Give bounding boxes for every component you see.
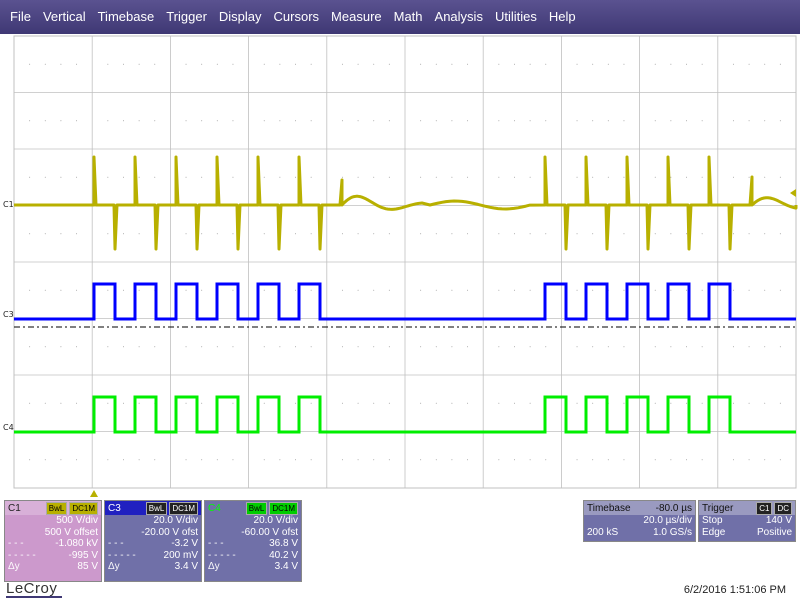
graticule xyxy=(13,35,797,489)
c1-row-value: 85 V xyxy=(77,561,98,573)
trigger-level: 140 V xyxy=(765,515,792,527)
menu-math[interactable]: Math xyxy=(388,0,429,34)
c4-trace-label: C4 xyxy=(3,423,14,432)
menu-measure[interactable]: Measure xyxy=(325,0,388,34)
c4-coupling-flag: DC1M xyxy=(269,501,298,515)
menu-help[interactable]: Help xyxy=(543,0,582,34)
c4-row: - - - - - 40.2 V xyxy=(205,550,301,562)
c1-bwl-flag: BwL xyxy=(45,501,68,515)
lecroy-logo: LeCroy xyxy=(6,580,62,598)
channel-c4-descriptor[interactable]: C4 BwL DC1M 20.0 V/div -60.00 V ofst - - -… xyxy=(204,500,302,582)
menu-bar: File Vertical Timebase Trigger Display Cursor… xyxy=(0,0,800,34)
c1-row: Δy 85 V xyxy=(5,561,101,573)
date-time: 6/2/2016 1:51:06 PM xyxy=(683,584,786,596)
c1-row-value: 500 V/div xyxy=(56,515,98,527)
timebase-descriptor[interactable]: Timebase -80.0 µs 20.0 µs/div 200 kS 1.0… xyxy=(583,500,696,542)
c3-row: 20.0 V/div xyxy=(105,515,201,527)
c4-row-value: 20.0 V/div xyxy=(253,515,298,527)
c3-row-value: 20.0 V/div xyxy=(153,515,198,527)
menu-analysis[interactable]: Analysis xyxy=(429,0,489,34)
c3-row-label: Δy xyxy=(108,561,120,573)
c3-coupling-flag: DC1M xyxy=(169,501,198,515)
c3-trace-label: C3 xyxy=(3,310,14,319)
c3-row: -20.00 V ofst xyxy=(105,527,201,539)
c4-name: C4 xyxy=(208,502,221,514)
trigger-label: Trigger xyxy=(702,502,734,514)
menu-file[interactable]: File xyxy=(4,0,37,34)
traces: C1 C3 C4 xyxy=(3,155,798,434)
c4-row-value: 36.8 V xyxy=(269,538,298,550)
c1-row-label: - - - - - xyxy=(8,549,36,561)
c3-row: - - - - - 200 mV xyxy=(105,550,201,562)
c1-row-label: - - - xyxy=(8,538,24,550)
channel-c1-descriptor[interactable]: C1 BwL DC1M 500 V/div 500 V offset - - - -1… xyxy=(4,500,102,582)
timebase-label: Timebase xyxy=(587,502,631,514)
c4-row-label: Δy xyxy=(208,561,220,573)
c3-row-value: -3.2 V xyxy=(171,538,198,550)
c3-row-label: - - - xyxy=(108,538,124,550)
channel-c3-descriptor[interactable]: C3 BwL DC1M 20.0 V/div -20.00 V ofst - - -… xyxy=(104,500,202,582)
trigger-coupling-flag: DC xyxy=(774,501,792,515)
trigger-source-flag: C1 xyxy=(756,501,773,515)
c1-coupling-flag: DC1M xyxy=(69,501,98,515)
c4-row-value: -60.00 V ofst xyxy=(241,526,298,538)
c3-rows: 20.0 V/div -20.00 V ofst - - - -3.2 V- - - … xyxy=(105,515,201,573)
c3-row-label: - - - - - xyxy=(108,549,136,561)
c1-row-label: Δy xyxy=(8,561,20,573)
menu-display[interactable]: Display xyxy=(213,0,268,34)
menu-utilities[interactable]: Utilities xyxy=(489,0,543,34)
menu-timebase[interactable]: Timebase xyxy=(92,0,161,34)
c3-row-value: 3.4 V xyxy=(174,561,198,573)
c1-row-value: -995 V xyxy=(68,549,98,561)
c4-row-label: - - - - - xyxy=(208,549,236,561)
c1-trace-label: C1 xyxy=(3,200,14,209)
trigger-position-marker[interactable] xyxy=(90,490,98,497)
c3-name: C3 xyxy=(108,502,121,514)
c1-row: 500 V offset xyxy=(5,527,101,539)
trigger-type: Edge xyxy=(702,526,726,538)
c1-row-value: 500 V offset xyxy=(44,526,98,538)
c4-row: 20.0 V/div xyxy=(205,515,301,527)
c1-row-value: -1.080 kV xyxy=(55,538,98,550)
c4-row: - - - 36.8 V xyxy=(205,538,301,550)
c4-bwl-flag: BwL xyxy=(245,501,268,515)
c4-row: Δy 3.4 V xyxy=(205,561,301,573)
trigger-slope: Positive xyxy=(756,526,792,538)
c1-row: - - - -1.080 kV xyxy=(5,538,101,550)
brand-text: LeCroy xyxy=(6,580,58,597)
timebase-delay: -80.0 µs xyxy=(655,502,692,514)
trigger-mode: Stop xyxy=(702,515,723,527)
c4-row-value: 40.2 V xyxy=(269,549,298,561)
menu-vertical[interactable]: Vertical xyxy=(37,0,92,34)
c4-row-label: - - - xyxy=(208,538,224,550)
timebase-rate: 20.0 µs/div xyxy=(643,515,692,527)
c4-rows: 20.0 V/div -60.00 V ofst - - -36.8 V- - - … xyxy=(205,515,301,573)
waveform-display[interactable]: C1 C3 C4 xyxy=(0,34,800,490)
c3-row: Δy 3.4 V xyxy=(105,561,201,573)
c1-name: C1 xyxy=(8,502,21,514)
c1-row: 500 V/div xyxy=(5,515,101,527)
c3-bwl-flag: BwL xyxy=(145,501,168,515)
timebase-samples: 200 kS xyxy=(587,526,619,538)
c4-row-value: 3.4 V xyxy=(274,561,298,573)
c4-row: -60.00 V ofst xyxy=(205,527,301,539)
trigger-descriptor[interactable]: Trigger C1 DC Stop 140 V Edge Positive xyxy=(698,500,796,542)
menu-trigger[interactable]: Trigger xyxy=(160,0,213,34)
c3-row-value: -20.00 V ofst xyxy=(141,526,198,538)
c1-rows: 500 V/div 500 V offset - - - -1.080 kV - - -… xyxy=(5,515,101,573)
menu-cursors[interactable]: Cursors xyxy=(268,0,326,34)
timebase-sample-rate: 1.0 GS/s xyxy=(653,526,692,538)
c1-row: - - - - - -995 V xyxy=(5,550,101,562)
c3-row-value: 200 mV xyxy=(163,549,198,561)
c3-row: - - - -3.2 V xyxy=(105,538,201,550)
